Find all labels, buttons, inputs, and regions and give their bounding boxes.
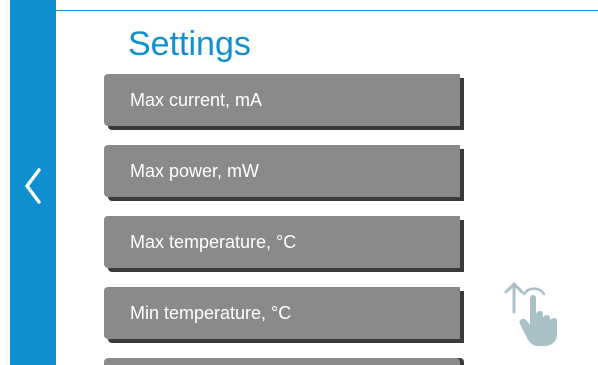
back-button[interactable] xyxy=(10,0,56,365)
chevron-left-icon xyxy=(25,168,41,204)
settings-screen: Settings Max current, mA Max power, mW M… xyxy=(0,0,598,365)
menu-item-max-current[interactable]: Max current, mA xyxy=(104,74,460,126)
header-divider xyxy=(56,10,598,11)
menu-item-partial[interactable] xyxy=(104,358,460,365)
menu-item-max-power[interactable]: Max power, mW xyxy=(104,145,460,197)
menu-item-min-temperature[interactable]: Min temperature, °C xyxy=(104,287,460,339)
page-title: Settings xyxy=(128,25,251,63)
menu-item-max-temperature[interactable]: Max temperature, °C xyxy=(104,216,460,268)
settings-menu: Max current, mA Max power, mW Max temper… xyxy=(104,74,468,365)
swipe-up-hand-icon xyxy=(504,282,557,346)
left-frame xyxy=(0,0,10,365)
